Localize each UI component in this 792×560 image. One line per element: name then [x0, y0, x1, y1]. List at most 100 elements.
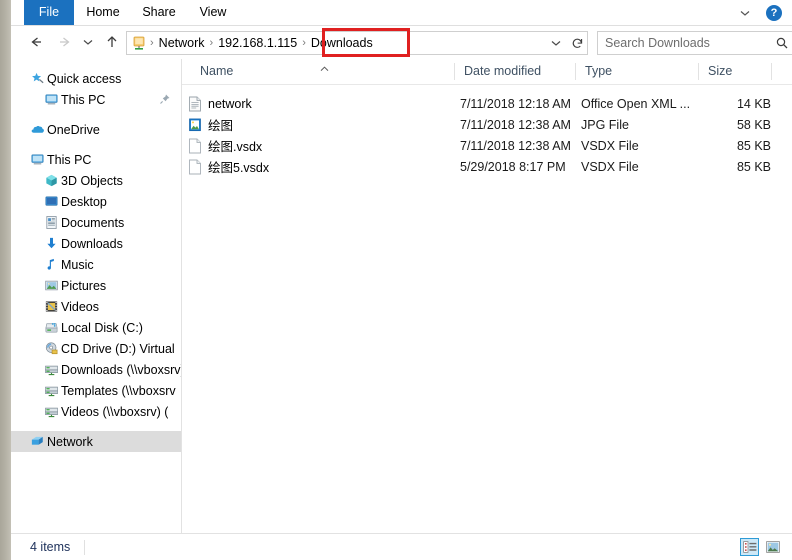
sidebar-item-this-pc-quick[interactable]: This PC [11, 89, 181, 110]
large-icons-view-icon[interactable] [763, 538, 782, 556]
sidebar-item-this-pc[interactable]: This PC [11, 149, 181, 170]
sidebar-item-3d-objects[interactable]: 3D Objects [11, 170, 181, 191]
document-icon [182, 96, 208, 112]
file-name-cell[interactable]: network [182, 96, 440, 112]
search-input[interactable]: Search Downloads [598, 36, 771, 50]
file-size-cell: 14 KB [736, 96, 771, 111]
sidebar-item-onedrive[interactable]: OneDrive [11, 119, 181, 140]
refresh-button[interactable] [567, 31, 588, 55]
file-name-cell[interactable]: 绘图.vsdx [182, 136, 440, 155]
network-drive-icon [41, 362, 61, 378]
item-count-label: 4 items [30, 540, 71, 554]
recent-locations-button[interactable] [79, 29, 97, 55]
chevron-down-icon[interactable] [738, 6, 752, 20]
breadcrumb-downloads[interactable]: Downloads [307, 36, 377, 50]
breadcrumb-host[interactable]: 192.168.1.115 [214, 36, 301, 50]
file-name-label: 绘图.vsdx [208, 140, 263, 154]
sidebar-item-label: Downloads [61, 236, 123, 251]
sidebar-item-label: Desktop [61, 194, 107, 209]
file-size-cell: 85 KB [736, 159, 771, 174]
back-button[interactable] [23, 29, 49, 55]
status-divider [84, 539, 86, 555]
sidebar-item-desktop[interactable]: Desktop [11, 191, 181, 212]
breadcrumb-network[interactable]: Network [155, 36, 209, 50]
column-header-type[interactable]: Type [576, 59, 698, 84]
pane-group-spacer [11, 422, 181, 431]
image-file-icon [182, 117, 208, 133]
blank-file-icon [182, 159, 208, 175]
tab-view[interactable]: View [189, 0, 237, 25]
table-row[interactable]: 绘图.vsdx 7/11/2018 12:38 AM VSDX File 85 … [182, 135, 792, 156]
explorer-window-body: File Home Share View ? › Network › 192.1… [11, 0, 792, 560]
videos-film-icon [41, 299, 61, 315]
cd-drive-icon [41, 341, 61, 357]
tab-file[interactable]: File [24, 0, 74, 25]
sidebar-item-label: Downloads (\\vboxsrv) ( [61, 362, 181, 377]
navigation-pane: Quick access This PC OneDrive This PC 3D… [11, 59, 181, 533]
sidebar-item-label: Pictures [61, 278, 107, 293]
ribbon-tab-bar: File Home Share View ? [11, 0, 792, 25]
sidebar-item-label: CD Drive (D:) Virtual [61, 341, 175, 356]
column-header-rule [182, 84, 792, 85]
file-type-cell: VSDX File [581, 138, 639, 153]
file-name-cell[interactable]: 绘图5.vsdx [182, 157, 440, 176]
pane-group-spacer [11, 140, 181, 149]
sidebar-item-videos[interactable]: Videos [11, 296, 181, 317]
monitor-icon [41, 92, 61, 108]
column-divider[interactable] [771, 63, 772, 80]
table-row[interactable]: 绘图 7/11/2018 12:38 AM JPG File 58 KB [182, 114, 792, 135]
up-button[interactable] [99, 29, 125, 55]
sidebar-item-downloads[interactable]: Downloads [11, 233, 181, 254]
details-view-icon[interactable] [740, 538, 759, 556]
search-box[interactable]: Search Downloads [597, 31, 792, 55]
pin-icon[interactable] [159, 93, 171, 105]
sidebar-item-quick-access[interactable]: Quick access [11, 68, 181, 89]
sidebar-item-templates-network[interactable]: Templates (\\vboxsrv [11, 380, 181, 401]
file-size-cell: 58 KB [736, 117, 771, 132]
cube-icon [41, 173, 61, 189]
documents-icon [41, 215, 61, 231]
sidebar-item-label: This PC [47, 152, 92, 167]
status-bar: 4 items [11, 534, 792, 560]
tab-home[interactable]: Home [77, 0, 129, 25]
column-header-date-modified[interactable]: Date modified [455, 59, 575, 84]
sidebar-item-downloads-network[interactable]: Downloads (\\vboxsrv) ( [11, 359, 181, 380]
sidebar-item-videos-network[interactable]: Videos (\\vboxsrv) ( [11, 401, 181, 422]
sidebar-item-local-disk-c[interactable]: Local Disk (C:) [11, 317, 181, 338]
sidebar-item-label: Quick access [47, 71, 122, 86]
sidebar-item-label: Documents [61, 215, 125, 230]
search-icon[interactable] [771, 36, 792, 50]
file-type-cell: Office Open XML ... [581, 96, 691, 111]
view-mode-buttons [740, 538, 782, 556]
sidebar-item-music[interactable]: Music [11, 254, 181, 275]
file-list-pane: Name Date modified Type Size network 7/1… [182, 59, 792, 533]
help-question-icon[interactable]: ? [766, 4, 782, 21]
star-pin-icon [27, 71, 47, 87]
forward-button[interactable] [52, 29, 78, 55]
file-name-label: 绘图5.vsdx [208, 161, 270, 175]
sidebar-item-network[interactable]: Network [11, 431, 181, 452]
column-header-size[interactable]: Size [699, 59, 771, 84]
file-type-cell: VSDX File [581, 159, 639, 174]
table-row[interactable]: network 7/11/2018 12:18 AM Office Open X… [182, 93, 792, 114]
tab-share[interactable]: Share [133, 0, 185, 25]
network-drive-icon [41, 404, 61, 420]
file-name-cell[interactable]: 绘图 [182, 115, 440, 134]
file-date-cell: 7/11/2018 12:18 AM [460, 96, 571, 111]
download-arrow-icon [41, 236, 61, 252]
ribbon-right-controls: ? [738, 0, 782, 25]
address-dropdown-icon[interactable] [547, 35, 565, 51]
table-row[interactable]: 绘图5.vsdx 5/29/2018 8:17 PM VSDX File 85 … [182, 156, 792, 177]
blank-file-icon [182, 138, 208, 154]
sidebar-item-pictures[interactable]: Pictures [11, 275, 181, 296]
pictures-icon [41, 278, 61, 294]
address-bar[interactable]: › Network › 192.168.1.115 › Downloads [126, 31, 568, 55]
cloud-icon [27, 122, 47, 138]
file-date-cell: 7/11/2018 12:38 AM [460, 117, 571, 132]
sidebar-item-cd-drive-d[interactable]: CD Drive (D:) Virtual [11, 338, 181, 359]
sidebar-item-label: Network [47, 434, 93, 449]
desktop-icon [41, 194, 61, 210]
file-name-label: network [208, 96, 252, 111]
sidebar-item-documents[interactable]: Documents [11, 212, 181, 233]
sidebar-item-label: Local Disk (C:) [61, 320, 143, 335]
